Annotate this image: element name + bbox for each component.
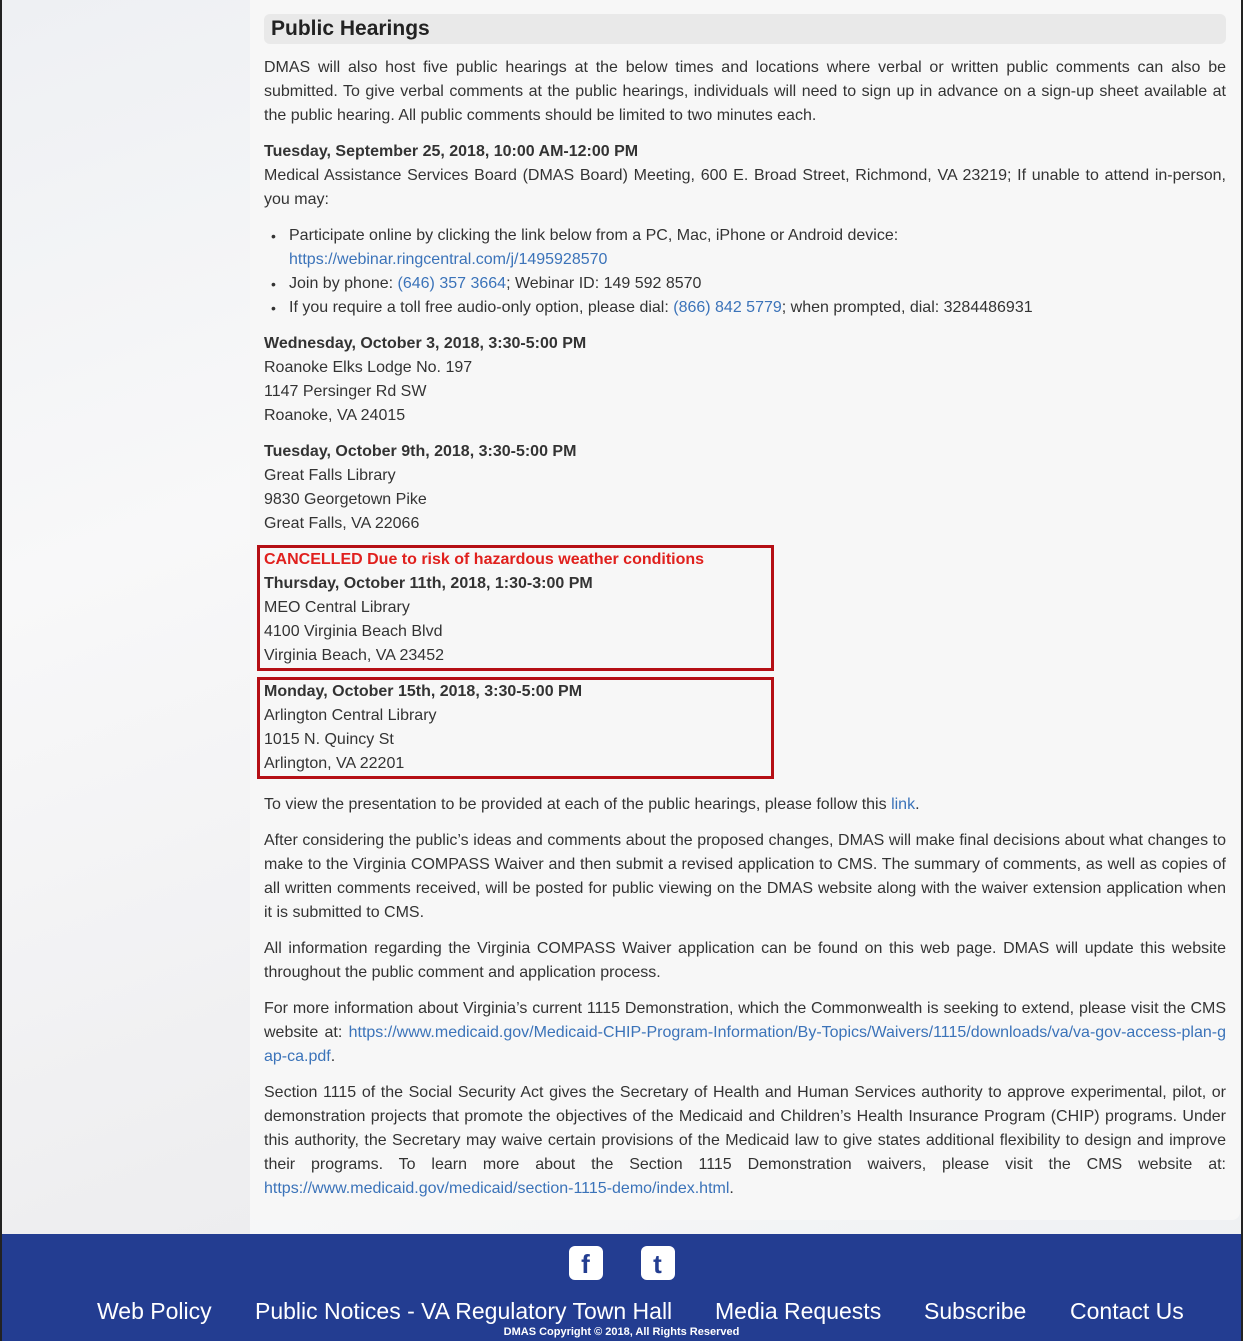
footer-link-contact-us[interactable]: Contact Us (1070, 1298, 1184, 1325)
list-item: Join by phone: (646) 357 3664; Webinar I… (264, 272, 1226, 296)
presentation-paragraph: To view the presentation to be provided … (264, 793, 1226, 817)
tollfree-suffix: ; when prompted, dial: 3284486931 (781, 299, 1033, 316)
hearing-city: Great Falls, VA 22066 (264, 515, 420, 532)
section-1115-suffix: . (729, 1180, 734, 1197)
hearing-address: 4100 Virginia Beach Blvd (264, 623, 443, 640)
cms-pdf-link[interactable]: https://www.medicaid.gov/Medicaid-CHIP-P… (264, 1024, 1226, 1065)
footer-link-public-notices[interactable]: Public Notices - VA Regulatory Town Hall (255, 1298, 672, 1325)
copyright-text: DMAS Copyright © 2018, All Rights Reserv… (503, 1326, 740, 1338)
facebook-icon[interactable]: f (568, 1246, 603, 1280)
social-links: ft (2, 1246, 1241, 1280)
online-text: Participate online by clicking the link … (289, 227, 899, 244)
more-info-suffix: . (330, 1048, 336, 1065)
hearing-venue: Roanoke Elks Lodge No. 197 (264, 359, 473, 376)
hearing-detail: Medical Assistance Services Board (DMAS … (264, 167, 1226, 208)
remote-options-list: Participate online by clicking the link … (264, 224, 1226, 320)
hearing-venue: Arlington Central Library (264, 707, 437, 724)
cancelled-notice: CANCELLED Due to risk of hazardous weath… (264, 551, 705, 568)
list-item: Participate online by clicking the link … (264, 224, 1226, 272)
hearing-date: Monday, October 15th, 2018, 3:30-5:00 PM (264, 683, 583, 700)
presentation-suffix: . (915, 796, 920, 813)
footer-link-media-requests[interactable]: Media Requests (715, 1298, 881, 1325)
tollfree-prefix: If you require a toll free audio-only op… (289, 299, 674, 316)
after-paragraph: After considering the public’s ideas and… (264, 832, 1226, 921)
footer-link-web-policy[interactable]: Web Policy (97, 1298, 212, 1325)
presentation-text: To view the presentation to be provided … (264, 796, 892, 813)
hearing-date: Tuesday, October 9th, 2018, 3:30-5:00 PM (264, 443, 577, 460)
hearing-venue: Great Falls Library (264, 467, 396, 484)
hearing-address: 1015 N. Quincy St (264, 731, 394, 748)
phone-link[interactable]: (646) 357 3664 (398, 275, 507, 292)
hearing-date: Wednesday, October 3, 2018, 3:30-5:00 PM (264, 335, 587, 352)
phone-suffix: ; Webinar ID: 149 592 8570 (506, 275, 702, 292)
section-title: Public Hearings (264, 14, 1226, 44)
hearing-city: Arlington, VA 22201 (264, 755, 405, 772)
all-info-paragraph: All information regarding the Virginia C… (264, 940, 1226, 981)
cms-1115-link[interactable]: https://www.medicaid.gov/medicaid/sectio… (264, 1180, 729, 1197)
site-footer: ft Web Policy Public Notices - VA Regula… (0, 1234, 1243, 1341)
more-info-paragraph: For more information about Virginia’s cu… (264, 997, 1226, 1069)
tollfree-link[interactable]: (866) 842 5779 (673, 299, 782, 316)
intro-paragraph: DMAS will also host five public hearings… (264, 59, 1226, 124)
main-content: Public Hearings DMAS will also host five… (250, 0, 1240, 1220)
hearing-item: Wednesday, October 3, 2018, 3:30-5:00 PM… (264, 332, 1226, 428)
footer-link-subscribe[interactable]: Subscribe (924, 1298, 1026, 1325)
left-gutter (2, 0, 250, 1234)
presentation-link[interactable]: link (891, 796, 915, 813)
list-item: If you require a toll free audio-only op… (264, 296, 1226, 320)
hearing-city: Virginia Beach, VA 23452 (264, 647, 444, 664)
section-1115-text: Section 1115 of the Social Security Act … (264, 1084, 1226, 1173)
hearing-item: Tuesday, October 9th, 2018, 3:30-5:00 PM… (264, 440, 1226, 536)
cancelled-hearing-box: CANCELLED Due to risk of hazardous weath… (257, 545, 774, 671)
hearing-date: Thursday, October 11th, 2018, 1:30-3:00 … (264, 575, 593, 592)
twitter-icon[interactable]: t (640, 1246, 675, 1280)
hearing-address: 9830 Georgetown Pike (264, 491, 427, 508)
hearing-date: Tuesday, September 25, 2018, 10:00 AM-12… (264, 143, 639, 160)
hearing-city: Roanoke, VA 24015 (264, 407, 406, 424)
highlighted-hearing-box: Monday, October 15th, 2018, 3:30-5:00 PM… (257, 677, 774, 779)
phone-prefix: Join by phone: (289, 275, 398, 292)
webinar-link[interactable]: https://webinar.ringcentral.com/j/149592… (289, 251, 607, 268)
hearing-item: Tuesday, September 25, 2018, 10:00 AM-12… (264, 140, 1226, 212)
hearing-address: 1147 Persinger Rd SW (264, 383, 427, 400)
hearing-venue: MEO Central Library (264, 599, 410, 616)
section-1115-paragraph: Section 1115 of the Social Security Act … (264, 1081, 1226, 1201)
